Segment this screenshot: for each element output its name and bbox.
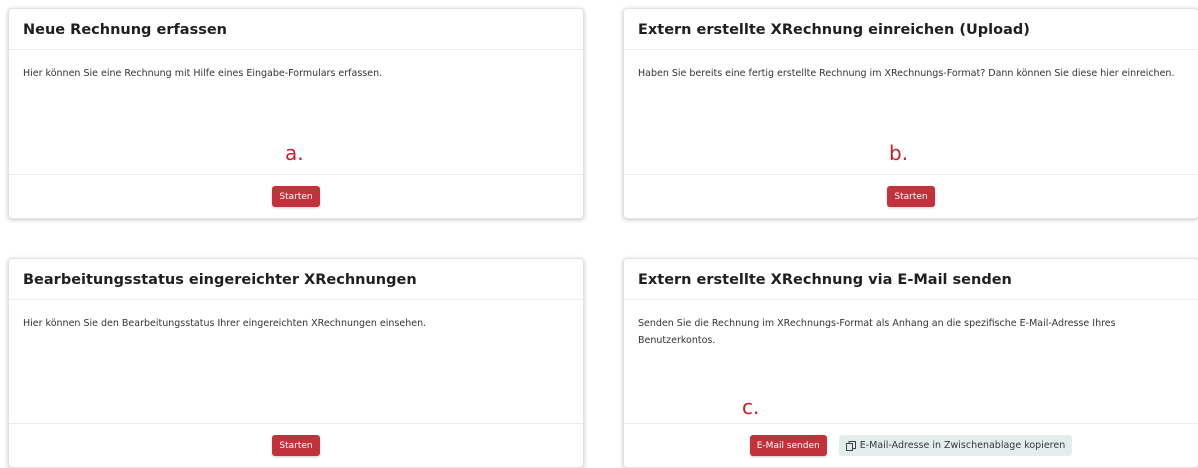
card-title: Neue Rechnung erfassen xyxy=(9,9,583,50)
start-button[interactable]: Starten xyxy=(272,435,320,456)
card-description: Senden Sie die Rechnung im XRechnungs-Fo… xyxy=(638,318,1116,346)
start-button[interactable]: Starten xyxy=(887,186,935,207)
card-description: Haben Sie bereits eine fertig erstellte … xyxy=(638,68,1175,79)
card-footer: Starten xyxy=(9,423,583,467)
card-email-send: Extern erstellte XRechnung via E-Mail se… xyxy=(623,258,1198,468)
card-description: Hier können Sie den Bearbeitungsstatus I… xyxy=(23,318,427,329)
annotation-label: a. xyxy=(285,141,304,165)
card-processing-status: Bearbeitungsstatus eingereichter XRechnu… xyxy=(8,258,584,468)
start-button[interactable]: Starten xyxy=(272,186,320,207)
card-title: Bearbeitungsstatus eingereichter XRechnu… xyxy=(9,259,583,300)
copy-icon xyxy=(845,440,856,451)
copy-email-address-label: E-Mail-Adresse in Zwischenablage kopiere… xyxy=(859,440,1066,451)
annotation-label: b. xyxy=(889,141,909,165)
card-footer: E-Mail senden E-Mail-Adresse in Zwischen… xyxy=(624,423,1198,467)
card-description: Hier können Sie eine Rechnung mit Hilfe … xyxy=(23,68,383,79)
send-email-button[interactable]: E-Mail senden xyxy=(749,435,827,456)
annotation-label: c. xyxy=(742,395,760,419)
card-title: Extern erstellte XRechnung via E-Mail se… xyxy=(624,259,1198,300)
copy-email-address-button[interactable]: E-Mail-Adresse in Zwischenablage kopiere… xyxy=(838,435,1073,456)
card-title: Extern erstellte XRechnung einreichen (U… xyxy=(624,9,1198,50)
card-footer: Starten xyxy=(624,174,1198,218)
card-upload: Extern erstellte XRechnung einreichen (U… xyxy=(623,8,1198,219)
card-footer: Starten xyxy=(9,174,583,218)
card-new-invoice: Neue Rechnung erfassen Hier können Sie e… xyxy=(8,8,584,219)
